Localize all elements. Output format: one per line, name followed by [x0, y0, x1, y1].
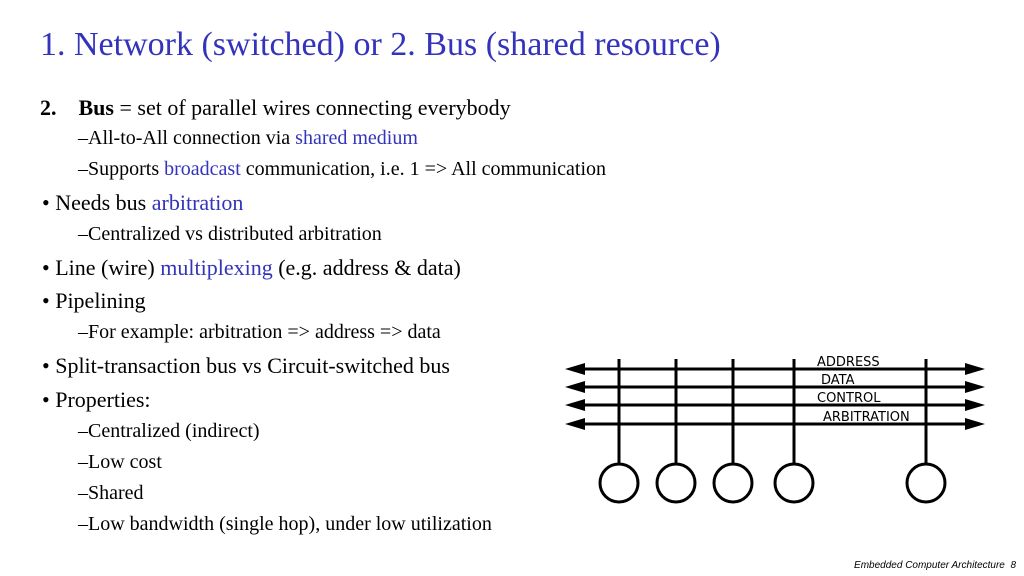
bus-node — [773, 462, 815, 504]
footer-course: Embedded Computer Architecture — [854, 560, 1005, 571]
bus-node — [655, 462, 697, 504]
slide-footer: Embedded Computer Architecture 8 — [854, 560, 1016, 571]
arrow-right-icon — [965, 381, 985, 393]
bus-label-address: ADDRESS — [817, 355, 880, 370]
arrow-left-icon — [565, 363, 585, 375]
bus-label-control: CONTROL — [817, 391, 881, 406]
bus-label-arbitration: ARBITRATION — [823, 410, 910, 425]
arrow-left-icon — [565, 399, 585, 411]
bus-label-data: DATA — [821, 373, 855, 388]
bus-diagram: ADDRESS DATA CONTROL ARBITRATION — [565, 355, 985, 504]
arrow-left-icon — [565, 381, 585, 393]
bus-node — [598, 462, 640, 504]
arrow-right-icon — [965, 363, 985, 375]
bus-node — [905, 462, 947, 504]
arrow-right-icon — [965, 418, 985, 430]
arrow-left-icon — [565, 418, 585, 430]
bus-node — [712, 462, 754, 504]
arrow-right-icon — [965, 399, 985, 411]
page-number: 8 — [1010, 560, 1016, 571]
